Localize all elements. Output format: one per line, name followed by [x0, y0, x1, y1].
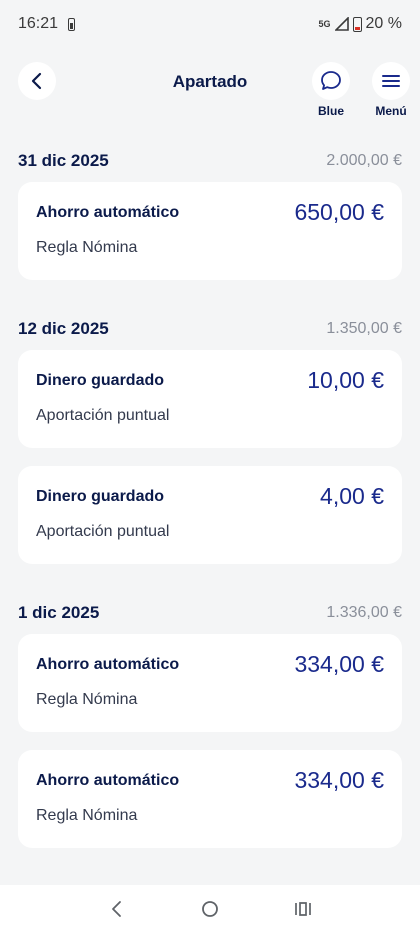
group-header: 1 dic 2025 1.336,00 € [18, 592, 402, 634]
movement-subtitle: Aportación puntual [36, 523, 170, 540]
nav-back-button[interactable] [97, 889, 137, 929]
movement-title: Ahorro automático [36, 772, 180, 789]
movement-card[interactable]: Dinero guardado 10,00 € Aportación puntu… [18, 350, 402, 448]
chevron-left-icon [31, 72, 42, 90]
group-date: 12 dic 2025 [18, 319, 109, 338]
blue-button-circle[interactable] [312, 62, 350, 100]
header: Apartado Blue Menú [0, 62, 420, 124]
network-type: 5G [318, 18, 331, 29]
movement-amount: 650,00 € [294, 199, 384, 225]
movement-card[interactable]: Dinero guardado 4,00 € Aportación puntua… [18, 466, 402, 564]
movement-group: 31 dic 2025 2.000,00 € Ahorro automático… [18, 140, 402, 280]
blue-assistant-button[interactable]: Blue [303, 62, 359, 118]
menu-button[interactable]: Menú [363, 62, 419, 118]
movement-subtitle: Regla Nómina [36, 691, 138, 708]
movement-card[interactable]: Ahorro automático 334,00 € Regla Nómina [18, 634, 402, 732]
battery-icon [352, 16, 362, 32]
status-left: 16:21 [18, 15, 76, 33]
movement-title: Ahorro automático [36, 656, 180, 673]
movement-title: Ahorro automático [36, 204, 180, 221]
status-time: 16:21 [18, 15, 59, 32]
status-bar: 16:21 5G 20 % [0, 0, 420, 48]
menu-button-circle[interactable] [372, 62, 410, 100]
movement-subtitle: Aportación puntual [36, 407, 170, 424]
signal-icon [334, 17, 349, 31]
status-right: 5G 20 % [319, 15, 402, 33]
group-header: 12 dic 2025 1.350,00 € [18, 308, 402, 350]
battery-saver-icon [68, 17, 76, 31]
system-nav-bar [0, 885, 420, 933]
group-header: 31 dic 2025 2.000,00 € [18, 140, 402, 182]
blue-label: Blue [317, 104, 344, 118]
movement-subtitle: Regla Nómina [36, 807, 138, 824]
movement-amount: 4,00 € [320, 483, 384, 509]
chevron-left-icon [111, 901, 121, 917]
movement-amount: 334,00 € [294, 651, 384, 677]
nav-home-button[interactable] [190, 889, 230, 929]
group-date: 1 dic 2025 [18, 603, 100, 622]
group-date: 31 dic 2025 [18, 151, 109, 170]
movement-amount: 10,00 € [307, 367, 384, 393]
movement-card[interactable]: Ahorro automático 650,00 € Regla Nómina [18, 182, 402, 280]
movement-group: 1 dic 2025 1.336,00 € Ahorro automático … [18, 592, 402, 848]
movement-amount: 334,00 € [294, 767, 384, 793]
movement-group: 12 dic 2025 1.350,00 € Dinero guardado 1… [18, 308, 402, 564]
group-total: 1.350,00 € [326, 320, 402, 337]
recents-icon [295, 902, 312, 916]
battery-level: 20 % [365, 15, 402, 32]
movement-card[interactable]: Ahorro automático 334,00 € Regla Nómina [18, 750, 402, 848]
movement-title: Dinero guardado [36, 488, 165, 505]
back-button[interactable] [18, 62, 56, 100]
movement-title: Dinero guardado [36, 372, 165, 389]
group-total: 2.000,00 € [326, 152, 402, 169]
menu-label: Menú [375, 104, 407, 118]
chat-bubble-icon [321, 71, 341, 90]
movement-subtitle: Regla Nómina [36, 239, 138, 256]
savings-movements-list: 31 dic 2025 2.000,00 € Ahorro automático… [18, 140, 402, 876]
nav-recents-button[interactable] [283, 889, 323, 929]
group-total: 1.336,00 € [326, 604, 402, 621]
circle-home-icon [202, 901, 218, 917]
hamburger-menu-icon [382, 75, 400, 87]
